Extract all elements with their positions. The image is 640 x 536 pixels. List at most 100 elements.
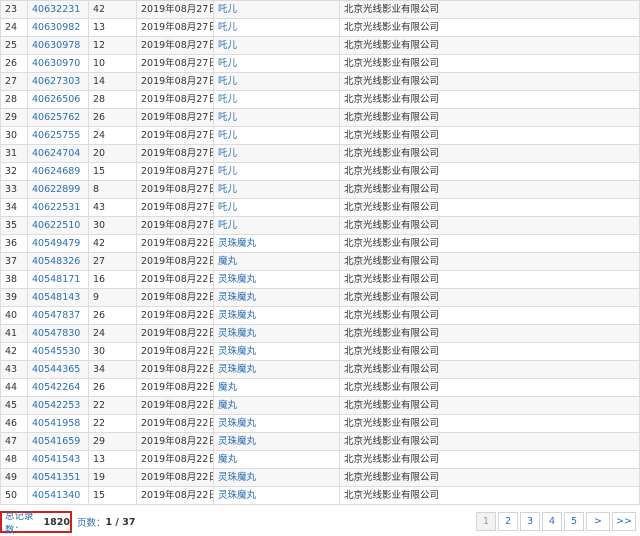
table-row: 25 40630978 12 2019年08月27日 吒儿 北京光线影业有限公司	[0, 36, 640, 55]
trademark-name-link[interactable]: 吒儿	[218, 22, 237, 33]
trademark-name-link[interactable]: 灵珠魔丸	[218, 364, 256, 375]
registration-number-link[interactable]: 40626506	[32, 94, 80, 105]
registration-number-link[interactable]: 40548143	[32, 292, 80, 303]
class-cell: 22	[88, 396, 137, 415]
registration-number-cell: 40547837	[27, 306, 89, 325]
trademark-name-cell: 吒儿	[213, 198, 340, 217]
trademark-name-link[interactable]: 魔丸	[218, 454, 237, 465]
registration-number-link[interactable]: 40548326	[32, 256, 80, 267]
registration-number-link[interactable]: 40547830	[32, 328, 80, 339]
registration-number-cell: 40541958	[27, 414, 89, 433]
registration-number-link[interactable]: 40622531	[32, 202, 80, 213]
trademark-name-link[interactable]: 灵珠魔丸	[218, 418, 256, 429]
trademark-name-link[interactable]: 灵珠魔丸	[218, 310, 256, 321]
trademark-name-cell: 吒儿	[213, 0, 340, 19]
page-button-5[interactable]: 5	[564, 512, 584, 531]
registration-number-link[interactable]: 40549479	[32, 238, 80, 249]
table-body: 23 40632231 42 2019年08月27日 吒儿 北京光线影业有限公司 24 406…	[0, 0, 640, 505]
trademark-name-link[interactable]: 灵珠魔丸	[218, 346, 256, 357]
trademark-name-cell: 灵珠魔丸	[213, 270, 340, 289]
trademark-name-link[interactable]: 灵珠魔丸	[218, 328, 256, 339]
trademark-name-link[interactable]: 魔丸	[218, 382, 237, 393]
registration-number-link[interactable]: 40624704	[32, 148, 80, 159]
registration-number-link[interactable]: 40625755	[32, 130, 80, 141]
trademark-name-link[interactable]: 吒儿	[218, 58, 237, 69]
class-cell: 34	[88, 360, 137, 379]
registration-number-link[interactable]: 40624689	[32, 166, 80, 177]
registration-number-link[interactable]: 40627303	[32, 76, 80, 87]
registration-number-link[interactable]: 40544365	[32, 364, 80, 375]
registration-number-link[interactable]: 40541340	[32, 490, 80, 501]
last-page-button[interactable]: >>	[612, 512, 636, 531]
applicant-cell: 北京光线影业有限公司	[339, 432, 640, 451]
applicant-cell: 北京光线影业有限公司	[339, 414, 640, 433]
registration-number-link[interactable]: 40630970	[32, 58, 80, 69]
trademark-name-link[interactable]: 灵珠魔丸	[218, 292, 256, 303]
row-index: 36	[0, 234, 28, 253]
applicant-cell: 北京光线影业有限公司	[339, 486, 640, 505]
registration-number-link[interactable]: 40542264	[32, 382, 80, 393]
trademark-name-cell: 吒儿	[213, 216, 340, 235]
row-index: 49	[0, 468, 28, 487]
page-button-1[interactable]: 1	[476, 512, 496, 531]
trademark-name-link[interactable]: 魔丸	[218, 400, 237, 411]
trademark-name-link[interactable]: 吒儿	[218, 4, 237, 15]
registration-number-link[interactable]: 40541351	[32, 472, 80, 483]
trademark-name-link[interactable]: 吒儿	[218, 184, 237, 195]
registration-number-link[interactable]: 40542253	[32, 400, 80, 411]
class-cell: 15	[88, 486, 137, 505]
class-cell: 13	[88, 450, 137, 469]
registration-number-link[interactable]: 40632231	[32, 4, 80, 15]
trademark-name-link[interactable]: 吒儿	[218, 130, 237, 141]
registration-number-link[interactable]: 40625762	[32, 112, 80, 123]
applicant-cell: 北京光线影业有限公司	[339, 396, 640, 415]
registration-number-cell: 40547830	[27, 324, 89, 343]
applicant-cell: 北京光线影业有限公司	[339, 306, 640, 325]
registration-number-link[interactable]: 40547837	[32, 310, 80, 321]
class-cell: 14	[88, 72, 137, 91]
trademark-name-link[interactable]: 吒儿	[218, 202, 237, 213]
registration-number-link[interactable]: 40630982	[32, 22, 80, 33]
registration-number-link[interactable]: 40541659	[32, 436, 80, 447]
registration-number-link[interactable]: 40548171	[32, 274, 80, 285]
row-index: 35	[0, 216, 28, 235]
trademark-name-link[interactable]: 吒儿	[218, 166, 237, 177]
page-count-value: 1 / 37	[105, 516, 136, 528]
registration-number-cell: 40622899	[27, 180, 89, 199]
registration-number-link[interactable]: 40622510	[32, 220, 80, 231]
applicant-cell: 北京光线影业有限公司	[339, 198, 640, 217]
trademark-name-link[interactable]: 吒儿	[218, 112, 237, 123]
registration-number-link[interactable]: 40630978	[32, 40, 80, 51]
registration-number-cell: 40630970	[27, 54, 89, 73]
trademark-name-link[interactable]: 灵珠魔丸	[218, 436, 256, 447]
table-row: 37 40548326 27 2019年08月22日 魔丸 北京光线影业有限公司	[0, 252, 640, 271]
page-button-4[interactable]: 4	[542, 512, 562, 531]
trademark-name-link[interactable]: 灵珠魔丸	[218, 238, 256, 249]
registration-number-cell: 40632231	[27, 0, 89, 19]
trademark-name-link[interactable]: 吒儿	[218, 220, 237, 231]
table-row: 31 40624704 20 2019年08月27日 吒儿 北京光线影业有限公司	[0, 144, 640, 163]
trademark-name-link[interactable]: 灵珠魔丸	[218, 472, 256, 483]
trademark-name-link[interactable]: 吒儿	[218, 148, 237, 159]
page-button-2[interactable]: 2	[498, 512, 518, 531]
registration-number-link[interactable]: 40541543	[32, 454, 80, 465]
application-date-cell: 2019年08月22日	[136, 234, 214, 253]
applicant-cell: 北京光线影业有限公司	[339, 126, 640, 145]
next-page-button[interactable]: >	[586, 512, 610, 531]
table-row: 28 40626506 28 2019年08月27日 吒儿 北京光线影业有限公司	[0, 90, 640, 109]
registration-number-link[interactable]: 40541958	[32, 418, 80, 429]
trademark-name-link[interactable]: 魔丸	[218, 256, 237, 267]
registration-number-link[interactable]: 40622899	[32, 184, 80, 195]
row-index: 38	[0, 270, 28, 289]
trademark-name-link[interactable]: 吒儿	[218, 40, 237, 51]
trademark-name-link[interactable]: 灵珠魔丸	[218, 274, 256, 285]
trademark-name-link[interactable]: 吒儿	[218, 76, 237, 87]
table-row: 35 40622510 30 2019年08月27日 吒儿 北京光线影业有限公司	[0, 216, 640, 235]
class-cell: 30	[88, 342, 137, 361]
trademark-name-link[interactable]: 吒儿	[218, 94, 237, 105]
registration-number-link[interactable]: 40545530	[32, 346, 80, 357]
page-button-3[interactable]: 3	[520, 512, 540, 531]
application-date-cell: 2019年08月22日	[136, 378, 214, 397]
trademark-name-link[interactable]: 灵珠魔丸	[218, 490, 256, 501]
trademark-name-cell: 吒儿	[213, 54, 340, 73]
